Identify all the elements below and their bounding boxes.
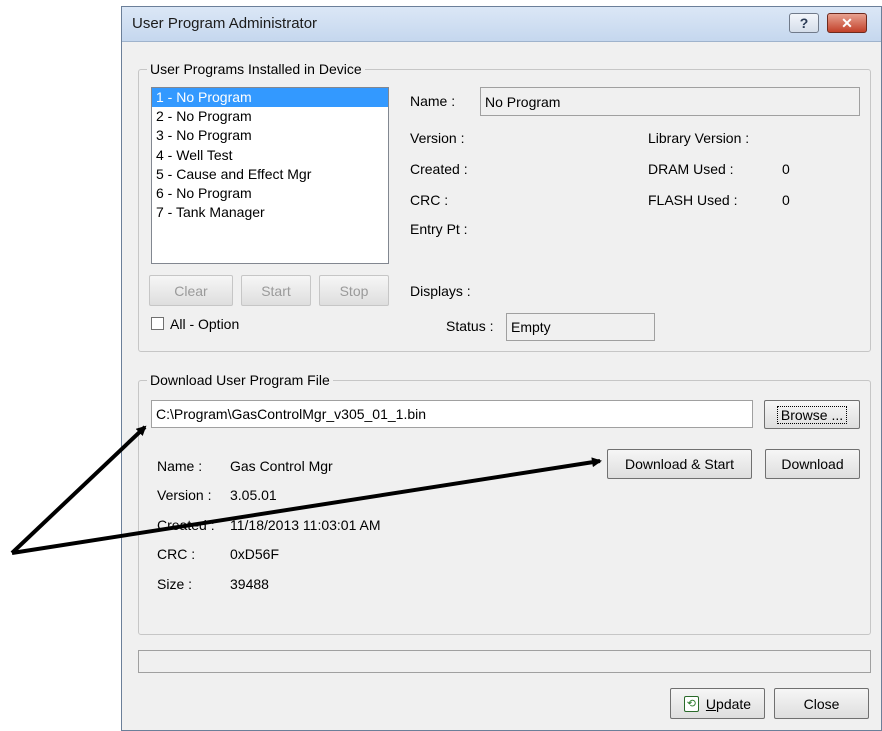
title-bar[interactable]: User Program Administrator ? ✕: [122, 7, 881, 42]
file-path-input[interactable]: C:\Program\GasControlMgr_v305_01_1.bin: [151, 400, 753, 428]
file-created-label: Created :: [157, 517, 215, 533]
program-list-item[interactable]: 1 - No Program: [152, 88, 388, 108]
file-size-label: Size :: [157, 576, 193, 592]
file-version-label: Version :: [157, 487, 212, 503]
start-button[interactable]: Start: [241, 275, 311, 306]
program-list-item[interactable]: 6 - No Program: [152, 184, 388, 203]
flash-used-label: FLASH Used :: [648, 192, 738, 208]
help-button[interactable]: ?: [789, 13, 819, 33]
entry-pt-label: Entry Pt :: [410, 221, 468, 237]
download-and-start-button[interactable]: Download & Start: [607, 449, 752, 479]
program-list-item[interactable]: 5 - Cause and Effect Mgr: [152, 165, 388, 184]
browse-button-label: Browse ...: [776, 405, 848, 424]
program-list-item[interactable]: 7 - Tank Manager: [152, 203, 388, 222]
stop-button[interactable]: Stop: [319, 275, 389, 306]
all-option-label: All - Option: [170, 316, 240, 332]
created-label: Created :: [410, 161, 468, 177]
crc-label: CRC :: [410, 192, 449, 208]
close-icon: ✕: [841, 14, 853, 31]
update-label-rest: pdate: [716, 695, 752, 712]
all-option-checkbox[interactable]: [151, 317, 164, 330]
download-file-group-label: Download User Program File: [147, 372, 333, 388]
browse-button[interactable]: Browse ...: [764, 400, 860, 429]
program-name-field: No Program: [480, 87, 860, 116]
file-name-value: Gas Control Mgr: [230, 458, 333, 474]
installed-programs-list[interactable]: 1 - No Program 2 - No Program 3 - No Progr…: [151, 87, 389, 264]
displays-label: Displays :: [410, 283, 471, 299]
update-icon: ⟲: [683, 695, 699, 712]
file-created-value: 11/18/2013 11:03:01 AM: [230, 517, 381, 533]
update-mnemonic: U: [705, 695, 717, 712]
clear-button[interactable]: Clear: [149, 275, 233, 306]
dram-used-value: 0: [782, 161, 790, 177]
dram-used-label: DRAM Used :: [648, 161, 734, 177]
download-progress-bar: [138, 650, 871, 673]
window-close-button[interactable]: ✕: [827, 13, 867, 33]
file-version-value: 3.05.01: [230, 487, 277, 503]
program-list-item[interactable]: 2 - No Program: [152, 107, 388, 126]
window-title: User Program Administrator: [132, 15, 318, 32]
file-size-value: 39488: [230, 576, 269, 592]
file-crc-label: CRC :: [157, 546, 196, 562]
download-button[interactable]: Download: [765, 449, 860, 479]
help-icon: ?: [799, 15, 809, 31]
status-label: Status :: [446, 318, 494, 334]
close-button[interactable]: Close: [774, 688, 869, 719]
update-button[interactable]: ⟲ Update: [670, 688, 765, 719]
version-label: Version :: [410, 130, 465, 146]
file-crc-value: 0xD56F: [230, 546, 280, 562]
program-list-item[interactable]: 3 - No Program: [152, 126, 388, 145]
installed-programs-group-label: User Programs Installed in Device: [147, 61, 365, 77]
program-name-label: Name :: [410, 93, 456, 109]
program-list-item[interactable]: 4 - Well Test: [152, 146, 388, 165]
library-version-label: Library Version :: [648, 130, 750, 146]
status-field: Empty: [506, 313, 655, 341]
flash-used-value: 0: [782, 192, 790, 208]
file-name-label: Name :: [157, 458, 203, 474]
